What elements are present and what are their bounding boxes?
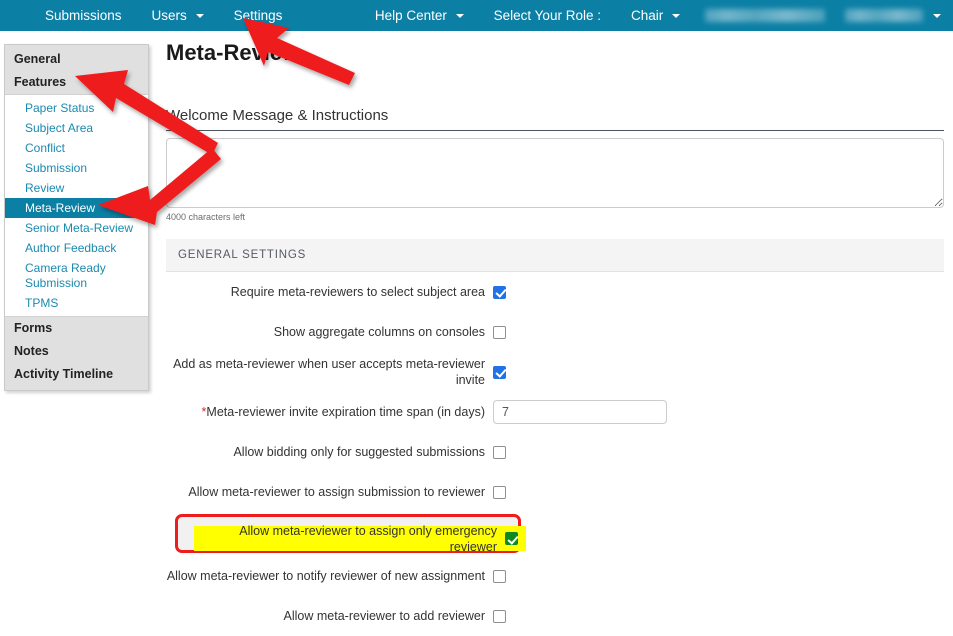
- sidebar-item-conflict[interactable]: Conflict: [5, 138, 148, 158]
- checkbox-assign-only-emergency-reviewer[interactable]: [505, 532, 518, 545]
- sidebar-item-activity-timeline-label: Activity Timeline: [14, 367, 114, 381]
- checkbox-add-as-meta-reviewer[interactable]: [493, 365, 506, 379]
- sidebar-item-forms[interactable]: Forms: [5, 317, 148, 340]
- sidebar-item-camera-ready-label: Camera Ready: [25, 261, 106, 275]
- input-invite-expiration-days[interactable]: [493, 400, 667, 424]
- chevron-down-icon: [455, 14, 464, 19]
- sidebar-features-sublist: Paper Status Subject Area Conflict Submi…: [5, 94, 148, 317]
- main-content: Meta-Review Welcome Message & Instructio…: [166, 40, 946, 636]
- sidebar-item-submission-label: Submission: [25, 161, 88, 175]
- sidebar-item-paper-status-label: Paper Status: [25, 101, 95, 115]
- chevron-down-icon: [672, 14, 680, 19]
- sidebar-item-paper-status[interactable]: Paper Status: [5, 98, 148, 118]
- setting-row: Allow meta-reviewer to add reviewer: [166, 596, 944, 636]
- sidebar-item-subject-area[interactable]: Subject Area: [5, 118, 148, 138]
- role-selector-chair[interactable]: Chair: [616, 0, 695, 31]
- top-navigation-bar: Submissions Users Settings Help Center S…: [0, 0, 953, 31]
- checkbox-add-reviewer[interactable]: [493, 609, 506, 623]
- select-your-role-label: Select Your Role :: [493, 8, 601, 23]
- setting-label-assign-only-emergency-reviewer: Allow meta-reviewer to assign only emerg…: [239, 523, 497, 554]
- nav-item-settings-label: Settings: [233, 8, 283, 23]
- setting-label-assign-submission-to-reviewer: Allow meta-reviewer to assign submission…: [188, 485, 485, 499]
- general-settings-panel: GENERAL SETTINGS Require meta-reviewers …: [166, 239, 944, 636]
- setting-label-notify-reviewer-new-assignment: Allow meta-reviewer to notify reviewer o…: [166, 569, 485, 583]
- top-nav-left-group: Submissions Users Settings: [30, 0, 297, 31]
- setting-label-add-reviewer: Allow meta-reviewer to add reviewer: [283, 609, 485, 623]
- sidebar-item-camera-ready-submission[interactable]: Camera Ready: [5, 258, 148, 276]
- redacted-user-name: [845, 9, 923, 22]
- setting-label-show-aggregate-columns: Show aggregate columns on consoles: [273, 325, 485, 339]
- general-settings-header: GENERAL SETTINGS: [166, 239, 944, 272]
- setting-row: Allow meta-reviewer to assign submission…: [166, 472, 944, 512]
- setting-row: *Meta-reviewer invite expiration time sp…: [166, 392, 944, 432]
- sidebar-item-camera-ready-submission-line2[interactable]: Submission: [5, 276, 148, 293]
- role-selector-chair-label: Chair: [630, 8, 664, 23]
- sidebar-item-senior-meta-review[interactable]: Senior Meta-Review: [5, 218, 148, 238]
- nav-item-submissions-label: Submissions: [45, 8, 122, 23]
- highlight-annotation-box: Allow meta-reviewer to assign only emerg…: [175, 514, 526, 554]
- redacted-conference-name: [705, 9, 825, 22]
- checkbox-require-subject-area[interactable]: [493, 285, 506, 299]
- setting-row: Show aggregate columns on consoles: [166, 312, 944, 352]
- sidebar-item-tpms[interactable]: TPMS: [5, 293, 148, 313]
- sidebar-item-conflict-label: Conflict: [25, 141, 66, 155]
- characters-left-counter: 4000 characters left: [166, 212, 246, 222]
- nav-item-submissions[interactable]: Submissions: [30, 0, 137, 31]
- sidebar-item-meta-review[interactable]: Meta-Review: [5, 198, 148, 218]
- sidebar-item-notes-label: Notes: [14, 344, 49, 358]
- setting-row: Allow bidding only for suggested submiss…: [166, 432, 944, 472]
- setting-row: Allow meta-reviewer to notify reviewer o…: [166, 556, 944, 596]
- sidebar-item-tpms-label: TPMS: [25, 296, 59, 310]
- sidebar-item-review-label: Review: [25, 181, 65, 195]
- sidebar-item-camera-ready-submission-label: Submission: [25, 276, 88, 290]
- checkbox-show-aggregate-columns[interactable]: [493, 325, 506, 339]
- setting-row: Add as meta-reviewer when user accepts m…: [166, 352, 944, 392]
- setting-label-add-as-meta-reviewer: Add as meta-reviewer when user accepts m…: [173, 357, 485, 387]
- nav-item-users[interactable]: Users: [137, 0, 219, 31]
- highlight-annotation-fill: Allow meta-reviewer to assign only emerg…: [194, 524, 526, 554]
- setting-label-require-subject-area: Require meta-reviewers to select subject…: [230, 285, 485, 299]
- sidebar-item-senior-meta-review-label: Senior Meta-Review: [25, 221, 134, 235]
- sidebar-item-author-feedback[interactable]: Author Feedback: [5, 238, 148, 258]
- nav-item-help-center[interactable]: Help Center: [360, 0, 479, 31]
- sidebar-item-meta-review-label: Meta-Review: [25, 201, 96, 215]
- page-title: Meta-Review: [166, 40, 300, 65]
- nav-item-users-label: Users: [151, 8, 187, 23]
- setting-label-invite-expiration: *Meta-reviewer invite expiration time sp…: [166, 404, 493, 420]
- nav-item-settings[interactable]: Settings: [219, 0, 298, 31]
- sidebar-item-author-feedback-label: Author Feedback: [25, 241, 117, 255]
- nav-item-help-center-label: Help Center: [374, 8, 447, 23]
- sidebar-item-forms-label: Forms: [14, 321, 53, 335]
- sidebar-item-submission[interactable]: Submission: [5, 158, 148, 178]
- sidebar-item-subject-area-label: Subject Area: [25, 121, 94, 135]
- user-account-menu[interactable]: [835, 9, 947, 22]
- welcome-message-label: Welcome Message & Instructions: [166, 107, 944, 131]
- sidebar-item-review[interactable]: Review: [5, 178, 148, 198]
- checkbox-allow-bidding-suggested[interactable]: [493, 445, 506, 459]
- setting-label-allow-bidding-suggested: Allow bidding only for suggested submiss…: [233, 445, 485, 459]
- checkbox-notify-reviewer-new-assignment[interactable]: [493, 569, 506, 583]
- sidebar-item-general[interactable]: General: [5, 48, 148, 71]
- setting-row-highlighted: Allow meta-reviewer to assign only emerg…: [166, 512, 944, 556]
- sidebar-item-notes[interactable]: Notes: [5, 340, 148, 363]
- top-nav-right-group: Help Center Select Your Role : Chair: [360, 0, 947, 31]
- chevron-down-icon: [195, 14, 204, 19]
- setting-row: Require meta-reviewers to select subject…: [166, 272, 944, 312]
- checkbox-assign-submission-to-reviewer[interactable]: [493, 485, 506, 499]
- welcome-message-textarea[interactable]: [166, 138, 944, 208]
- sidebar-item-general-label: General: [14, 52, 61, 66]
- sidebar-item-activity-timeline[interactable]: Activity Timeline: [5, 363, 148, 386]
- setting-label-invite-expiration-text: Meta-reviewer invite expiration time spa…: [206, 405, 485, 419]
- chevron-down-icon: [933, 13, 941, 18]
- settings-sidebar: General Features Paper Status Subject Ar…: [4, 44, 149, 391]
- sidebar-item-features-label: Features: [14, 75, 67, 89]
- select-your-role-label-wrap: Select Your Role :: [479, 0, 616, 31]
- sidebar-item-features[interactable]: Features: [5, 71, 148, 94]
